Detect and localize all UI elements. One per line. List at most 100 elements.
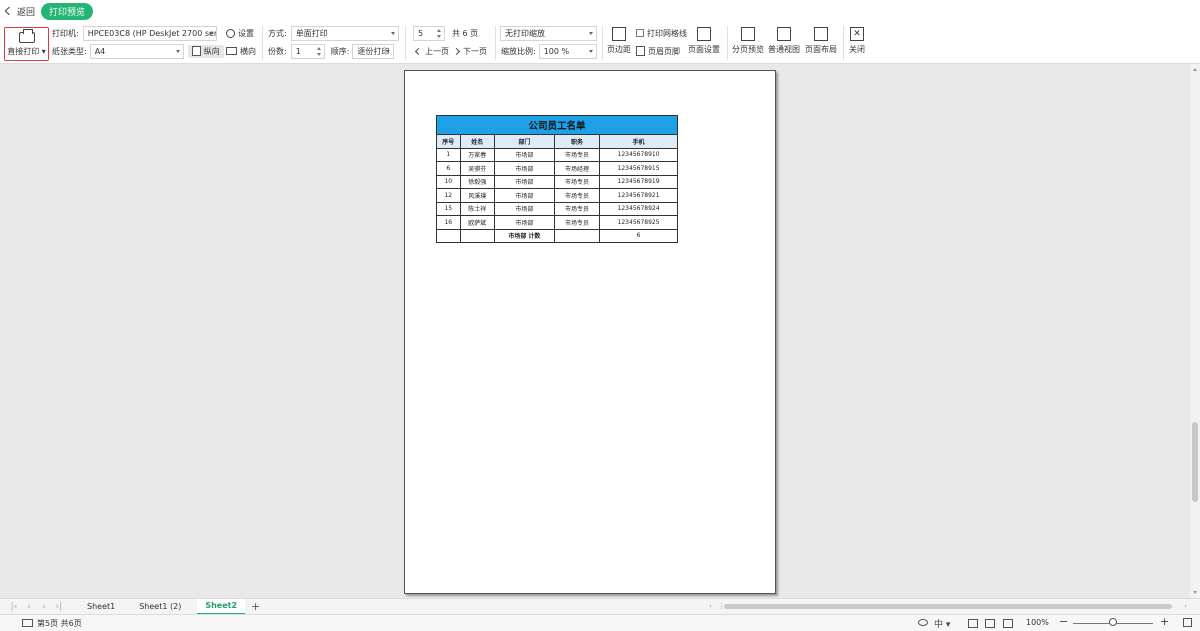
paper-row: 纸张类型: A4 纵向 xyxy=(52,43,224,59)
spin-down-icon xyxy=(316,52,321,56)
scroll-thumb[interactable] xyxy=(1192,422,1198,502)
normal-view-button[interactable]: 普通视图 xyxy=(768,24,800,60)
settings-button[interactable]: 设置 xyxy=(226,25,254,41)
prev-page-button[interactable]: 上一页 xyxy=(414,43,449,59)
next-page-button[interactable]: 下一页 xyxy=(452,43,487,59)
scale-select[interactable]: 100 % xyxy=(538,43,597,59)
table-cell: 12345678921 xyxy=(599,188,678,203)
table-cell: 12345678924 xyxy=(599,201,678,216)
gridlines-label: 打印网格线 xyxy=(647,28,687,38)
copies-stepper[interactable]: 1 xyxy=(290,43,325,59)
header-footer-button[interactable]: 页眉页脚 xyxy=(636,43,680,59)
order-select[interactable]: 逐份打印 xyxy=(352,43,395,59)
table-cell: 12345678919 xyxy=(599,174,678,189)
preview-page: 公司员工名单 序号 姓名 部门 职务 手机 1 万家春 市场部 市场专员 12345678910… xyxy=(404,70,776,594)
ribbon-divider xyxy=(262,26,263,60)
input-method-icon[interactable]: 中 ▾ xyxy=(934,617,950,630)
table-cell: 1 xyxy=(436,147,461,162)
landscape-button[interactable]: 横向 xyxy=(226,43,256,59)
page-break-icon[interactable] xyxy=(1003,619,1013,628)
tab-sheet1-2[interactable]: Sheet1 (2) xyxy=(131,599,189,615)
print-preview-ribbon: 直接打印 ▾ 打印机: HPCE03C8 (HP DeskJet 2700 se… xyxy=(0,22,1200,64)
zoom-slider-knob[interactable] xyxy=(1109,618,1117,626)
eye-protection-icon[interactable] xyxy=(918,619,928,626)
close-icon: ✕ xyxy=(850,27,864,41)
print-gridlines-checkbox[interactable]: 打印网格线 xyxy=(636,25,687,41)
horizontal-scrollbar[interactable]: ‹ ⋮ › xyxy=(706,602,1190,611)
spin-up-icon xyxy=(437,28,441,32)
paper-value: A4 xyxy=(94,46,106,56)
table-row: 12 风溪璞 市场部 市场专员 12345678921 xyxy=(436,188,678,203)
summary-cell: 6 xyxy=(599,228,678,243)
scroll-left-icon[interactable]: ‹ xyxy=(709,602,712,610)
order-value: 逐份打印 xyxy=(357,46,390,56)
vertical-scrollbar[interactable] xyxy=(1190,64,1200,598)
method-select[interactable]: 单面打印 xyxy=(290,25,399,41)
table-body: 1 万家春 市场部 市场专员 12345678910 6 吴骐芬 市场部 市场经理 1234567… xyxy=(436,147,678,243)
tab-sheet2[interactable]: Sheet2 xyxy=(197,598,246,615)
paper-select[interactable]: A4 xyxy=(89,43,184,59)
table-cell: 12345678910 xyxy=(599,147,678,162)
page-info: 第5页 共6页 xyxy=(37,618,82,628)
table-row: 16 欧萨斌 市场部 市场专员 12345678925 xyxy=(436,215,678,230)
table-cell: 市场专员 xyxy=(553,215,601,230)
next-sheet-icon[interactable]: › xyxy=(38,602,50,612)
scroll-up-icon[interactable] xyxy=(1193,68,1197,71)
page-layout-icon[interactable] xyxy=(985,619,995,628)
summary-cell xyxy=(436,228,461,243)
portrait-button[interactable]: 纵向 xyxy=(187,44,224,58)
page-layout-icon xyxy=(814,27,828,41)
tab-sheet1[interactable]: Sheet1 xyxy=(79,599,123,615)
scale-value: 100 % xyxy=(543,46,570,56)
close-label: 关闭 xyxy=(849,45,865,54)
dropdown-arrow-icon xyxy=(588,49,593,53)
zoom-out-icon[interactable]: − xyxy=(1059,615,1068,628)
scale-row: 缩放比例: 100 % xyxy=(501,43,597,59)
page-layout-button[interactable]: 页面布局 xyxy=(805,24,837,60)
gear-icon xyxy=(226,28,235,38)
table-cell: 徐毅强 xyxy=(459,174,495,189)
normal-view-icon[interactable] xyxy=(968,619,978,628)
zoom-level[interactable]: 100% xyxy=(1026,618,1049,627)
table-header-row: 序号 姓名 部门 职务 手机 xyxy=(436,134,678,149)
method-value: 单面打印 xyxy=(295,28,328,38)
table-cell: 风溪璞 xyxy=(459,188,495,203)
back-button[interactable]: 返回 xyxy=(4,5,35,18)
fullscreen-icon[interactable] xyxy=(1183,618,1192,627)
page-setup-button[interactable]: 页面设置 xyxy=(688,24,720,60)
scroll-down-icon[interactable] xyxy=(1193,591,1197,594)
page-break-preview-button[interactable]: 分页预览 xyxy=(732,24,764,60)
scroll-right-icon[interactable]: › xyxy=(1184,602,1187,610)
ribbon-divider xyxy=(495,26,496,60)
chevron-left-icon xyxy=(414,47,423,55)
margins-button[interactable]: 页边距 xyxy=(606,24,632,60)
page-number-stepper[interactable]: 5 xyxy=(413,25,445,41)
input-method-glyph: 中 xyxy=(934,620,944,630)
close-preview-button[interactable]: ✕ 关闭 xyxy=(848,24,866,60)
scroll-thumb[interactable] xyxy=(724,604,1172,609)
spin-up-icon xyxy=(316,46,321,50)
prev-sheet-icon[interactable]: ‹ xyxy=(23,602,35,612)
first-sheet-icon[interactable]: |‹ xyxy=(8,602,20,612)
printer-label: 打印机: xyxy=(52,28,79,38)
settings-label: 设置 xyxy=(238,28,254,38)
direct-print-button[interactable]: 直接打印 ▾ xyxy=(4,27,49,61)
prev-page-label: 上一页 xyxy=(425,46,449,56)
ribbon-divider xyxy=(843,26,844,60)
scale-mode-select[interactable]: 无打印缩放 xyxy=(500,25,597,41)
paper-label: 纸张类型: xyxy=(52,46,87,56)
last-sheet-icon[interactable]: ›| xyxy=(53,602,65,612)
add-sheet-icon[interactable]: + xyxy=(251,600,260,613)
ribbon-divider xyxy=(602,26,603,60)
grid-icon xyxy=(777,27,791,41)
zoom-in-icon[interactable]: + xyxy=(1160,615,1169,628)
dropdown-arrow-icon xyxy=(386,49,391,53)
landscape-label: 横向 xyxy=(240,46,256,56)
table-row: 6 吴骐芬 市场部 市场经理 12345678915 xyxy=(436,161,678,176)
chevron-left-icon xyxy=(4,6,14,16)
page-number-value: 5 xyxy=(418,28,424,38)
landscape-page-icon xyxy=(226,47,237,55)
printer-select[interactable]: HPCE03C8 (HP DeskJet 2700 series) xyxy=(82,25,217,41)
table-cell: 市场部 xyxy=(493,188,555,203)
printer-value: HPCE03C8 (HP DeskJet 2700 series) xyxy=(87,28,217,38)
